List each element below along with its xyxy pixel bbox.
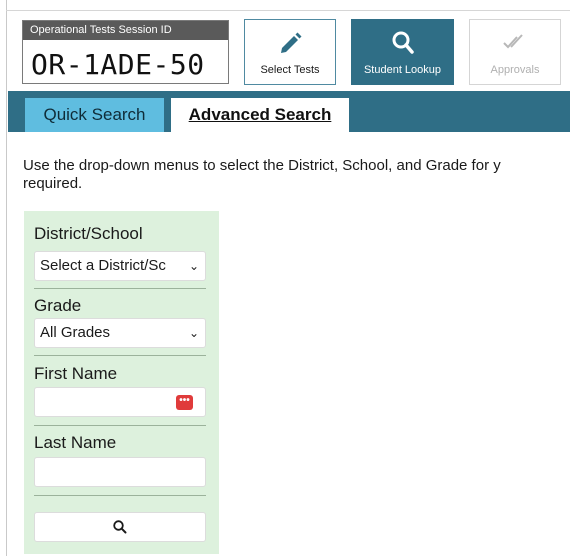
tab-quick-search[interactable]: Quick Search [25,98,164,132]
last-name-input[interactable] [34,457,206,487]
chevron-down-icon: ⌄ [188,326,199,340]
search-icon [392,31,414,54]
district-school-select[interactable]: Select a District/Sc ⌄ [34,251,206,281]
grade-select[interactable]: All Grades ⌄ [34,318,206,348]
select-tests-label: Select Tests [260,64,320,76]
search-tab-bar: Quick Search Advanced Search [8,91,570,132]
select-tests-button[interactable]: Select Tests [244,19,336,85]
student-lookup-label: Student Lookup [363,64,442,76]
divider [34,288,206,289]
instructions-line-1: Use the drop-down menus to select the Di… [23,157,501,174]
double-check-icon [503,34,523,49]
district-school-value: Select a District/Sc [40,257,166,274]
first-name-label: First Name [34,364,118,383]
grade-value: All Grades [40,324,111,341]
approvals-label: Approvals [490,64,540,76]
top-border [6,10,570,11]
divider [34,495,206,496]
approvals-button[interactable]: Approvals [469,19,561,85]
session-id-label: Operational Tests Session ID [23,21,228,40]
divider [34,355,206,356]
search-button[interactable] [34,512,206,542]
district-school-label: District/School [34,224,143,243]
pencil-icon [281,32,302,53]
divider [34,425,206,426]
advanced-search-panel: District/School Select a District/Sc ⌄ G… [24,211,219,554]
left-border [6,0,7,556]
instructions-line-2: required. [23,175,83,192]
student-lookup-button[interactable]: Student Lookup [351,19,454,85]
search-icon [113,520,127,534]
chevron-down-icon: ⌄ [188,259,199,273]
instructions-text: Use the drop-down menus to select the Di… [23,157,570,193]
password-manager-icon[interactable]: ••• [176,395,193,410]
tab-advanced-search[interactable]: Advanced Search [171,98,349,132]
session-id-box: Operational Tests Session ID OR-1ADE-50 [22,20,229,84]
tab-advanced-search-label: Advanced Search [188,105,332,124]
last-name-label: Last Name [34,433,117,452]
grade-label: Grade [34,296,82,315]
session-id-value: OR-1ADE-50 [31,48,205,81]
